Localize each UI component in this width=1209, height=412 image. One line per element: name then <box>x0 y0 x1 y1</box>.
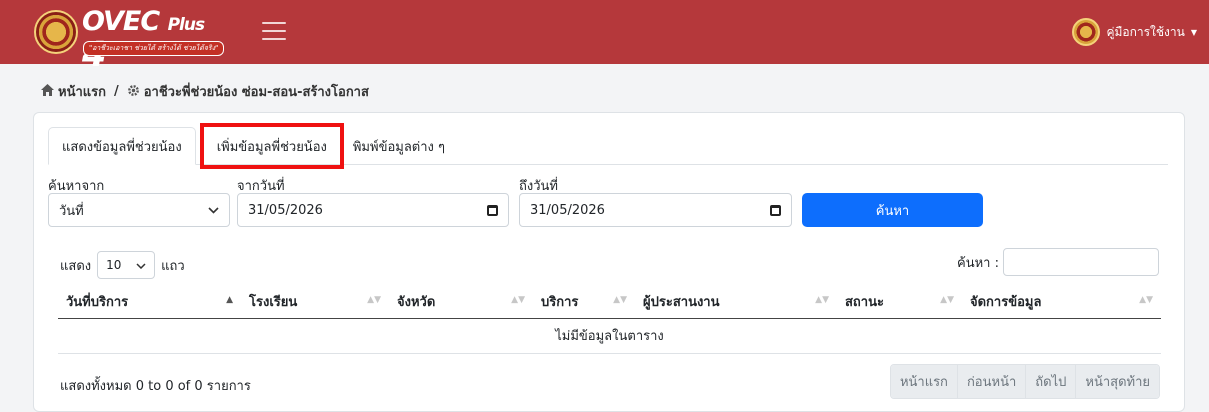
filter-label: ค้นหา : <box>957 255 999 271</box>
breadcrumb-separator: / <box>114 84 119 99</box>
rows-label: แถว <box>161 258 185 274</box>
column-header[interactable]: ผู้ประสานงาน ▲▼ <box>635 285 837 319</box>
empty-table-message: ไม่มีข้อมูลในตาราง <box>58 318 1161 354</box>
sort-icon: ▲▼ <box>1139 295 1153 305</box>
pagination: หน้าแรก ก่อนหน้า ถัดไป หน้าสุดท้าย <box>889 364 1160 399</box>
user-menu-label: คู่มือการใช้งาน <box>1106 24 1185 39</box>
breadcrumb-home[interactable]: หน้าแรก <box>58 81 106 102</box>
data-table: วันที่บริการ ▲ โรงเรียน ▲▼ จังหวัด ▲▼ บริกา… <box>58 285 1161 354</box>
column-header[interactable]: สถานะ ▲▼ <box>837 285 962 319</box>
brand-plus: Plus <box>167 15 206 35</box>
gear-icon <box>127 84 140 100</box>
tab-bar: แสดงข้อมูลพี่ช่วยน้อง เพิ่มข้อมูลพี่ช่วย… <box>48 123 1168 169</box>
column-header[interactable]: โรงเรียน ▲▼ <box>241 285 389 319</box>
show-label: แสดง <box>60 258 92 274</box>
column-header[interactable]: จังหวัด ▲▼ <box>389 285 533 319</box>
search-by-value: วันที่ <box>59 203 84 219</box>
column-header[interactable]: วันที่บริการ ▲ <box>58 285 241 319</box>
column-header[interactable]: จัดการข้อมูล ▲▼ <box>962 285 1161 319</box>
avatar <box>1072 18 1101 46</box>
tab-print-data[interactable]: พิมพ์ข้อมูลต่าง ๆ <box>340 127 458 165</box>
chevron-down-icon <box>208 203 219 218</box>
sort-icon: ▲▼ <box>940 295 954 305</box>
page-length-value: 10 <box>106 258 122 272</box>
table-filter: ค้นหา : <box>957 248 1159 276</box>
pagination-next[interactable]: ถัดไป <box>1025 365 1076 398</box>
from-date-value: 31/05/2026 <box>248 202 323 218</box>
pagination-first[interactable]: หน้าแรก <box>890 365 957 398</box>
sort-icon: ▲▼ <box>511 295 525 305</box>
brand-name: OVEC <box>82 6 160 37</box>
chevron-down-icon <box>136 258 146 272</box>
sort-icon: ▲▼ <box>815 295 829 305</box>
page-length-control: แสดง 10 แถว <box>60 251 185 279</box>
home-icon <box>41 84 54 99</box>
calendar-icon[interactable] <box>487 204 498 216</box>
filter-input[interactable] <box>1003 248 1159 276</box>
breadcrumb: หน้าแรก / อาชีวะพี่ช่วยน้อง ซ่อม-สอน-สร้… <box>41 81 369 102</box>
ovec-seal-icon <box>34 10 78 54</box>
pagination-previous[interactable]: ก่อนหน้า <box>956 365 1026 398</box>
pagination-last[interactable]: หน้าสุดท้าย <box>1075 365 1159 398</box>
brand-tagline: "อาชีวะเอาชา ช่วยได้ สร้างได้ ช่วยได้จริ… <box>83 41 225 56</box>
table-info: แสดงทั้งหมด 0 to 0 of 0 รายการ <box>60 379 251 394</box>
to-date-input[interactable]: 31/05/2026 <box>519 193 792 227</box>
table-header-row: วันที่บริการ ▲ โรงเรียน ▲▼ จังหวัด ▲▼ บริกา… <box>58 285 1161 319</box>
sort-asc-icon: ▲ <box>226 295 233 305</box>
breadcrumb-current: อาชีวะพี่ช่วยน้อง ซ่อม-สอน-สร้างโอกาส <box>143 85 369 100</box>
table-row: ไม่มีข้อมูลในตาราง <box>58 318 1161 354</box>
brand-logo[interactable]: OVEC Plus 4 "อาชีวะเอาชา ช่วยได้ สร้างได… <box>30 4 230 75</box>
sort-icon: ▲▼ <box>613 295 627 305</box>
tab-show-data[interactable]: แสดงข้อมูลพี่ช่วยน้อง <box>48 127 196 165</box>
user-manual-menu[interactable]: คู่มือการใช้งาน ▼ <box>1072 18 1197 46</box>
from-date-input[interactable]: 31/05/2026 <box>237 193 509 227</box>
top-navbar: OVEC Plus 4 "อาชีวะเอาชา ช่วยได้ สร้างได… <box>0 0 1209 75</box>
sort-icon: ▲▼ <box>367 295 381 305</box>
search-by-select[interactable]: วันที่ <box>48 193 230 227</box>
search-button[interactable]: ค้นหา <box>802 193 983 227</box>
column-header[interactable]: บริการ ▲▼ <box>533 285 635 319</box>
calendar-icon[interactable] <box>770 204 781 216</box>
main-card: แสดงข้อมูลพี่ช่วยน้อง เพิ่มข้อมูลพี่ช่วย… <box>33 112 1185 412</box>
page-length-select[interactable]: 10 <box>97 251 156 279</box>
tab-add-data[interactable]: เพิ่มข้อมูลพี่ช่วยน้อง <box>199 123 344 169</box>
caret-down-icon: ▼ <box>1190 27 1197 37</box>
to-date-value: 31/05/2026 <box>530 202 605 218</box>
hamburger-icon[interactable] <box>262 22 286 42</box>
